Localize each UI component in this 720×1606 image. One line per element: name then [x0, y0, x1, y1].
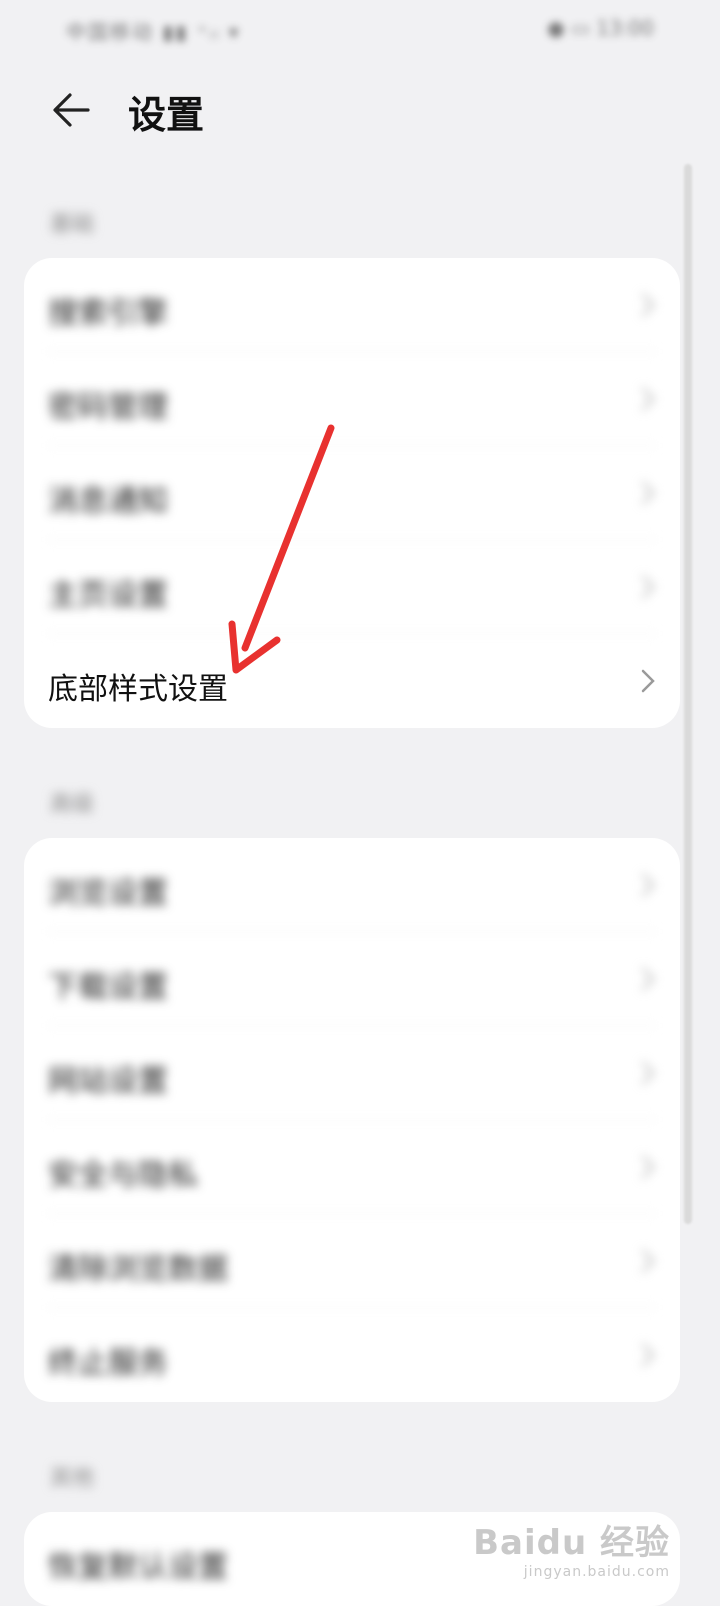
status-bar-right: ● ▭ 13:00: [547, 16, 654, 40]
settings-item-password[interactable]: 密码管理: [24, 352, 680, 446]
watermark: Baidu 经验 jingyan.baidu.com: [473, 1515, 670, 1580]
chevron-right-icon: [640, 1060, 656, 1086]
settings-item-label: 清除浏览数据: [48, 1252, 228, 1287]
settings-item-search-engine[interactable]: 搜索引擎: [24, 258, 680, 352]
arrow-left-icon[interactable]: [48, 86, 96, 134]
settings-item-terminate[interactable]: 终止服务: [24, 1308, 680, 1402]
status-bar: 中国移动 ▮▮ ⁺ᵢₗ ▾ ● ▭ 13:00: [0, 0, 720, 56]
watermark-logo: Baidu 经验: [473, 1523, 670, 1563]
chevron-right-icon: [640, 966, 656, 992]
settings-item-label: 密码管理: [48, 390, 168, 425]
settings-item-site[interactable]: 网站设置: [24, 1026, 680, 1120]
section-label-advanced: 高级: [50, 792, 95, 817]
settings-item-label: 搜索引擎: [48, 296, 168, 331]
chevron-right-icon: [640, 574, 656, 600]
settings-item-label: 消息通知: [48, 484, 168, 519]
header: 设置: [0, 70, 720, 150]
settings-item-label: 底部样式设置: [48, 672, 228, 707]
settings-item-label: 主页设置: [48, 578, 168, 613]
status-bar-left: 中国移动 ▮▮ ⁺ᵢₗ ▾: [66, 20, 241, 44]
settings-item-label: 网站设置: [48, 1064, 168, 1099]
chevron-right-icon: [640, 1248, 656, 1274]
settings-item-browsing[interactable]: 浏览设置: [24, 838, 680, 932]
settings-item-notifications[interactable]: 消息通知: [24, 446, 680, 540]
page-title: 设置: [128, 93, 205, 137]
settings-item-download[interactable]: 下载设置: [24, 932, 680, 1026]
scrollbar[interactable]: [684, 164, 692, 1224]
settings-item-bottom-style[interactable]: 底部样式设置: [24, 634, 680, 728]
chevron-right-icon: [640, 668, 656, 694]
chevron-right-icon: [640, 872, 656, 898]
chevron-right-icon: [640, 292, 656, 318]
chevron-right-icon: [640, 1342, 656, 1368]
section-label-other: 其他: [50, 1466, 95, 1491]
settings-item-homepage[interactable]: 主页设置: [24, 540, 680, 634]
settings-item-label: 下载设置: [48, 970, 168, 1005]
settings-item-label: 安全与隐私: [48, 1158, 198, 1193]
settings-item-clear-data[interactable]: 清除浏览数据: [24, 1214, 680, 1308]
settings-card-basic: 搜索引擎 密码管理 消息通知 主页设置 底部样式设置: [24, 258, 680, 728]
settings-card-advanced: 浏览设置 下载设置 网站设置 安全与隐私 清除浏览数据 终止服务: [24, 838, 680, 1402]
settings-item-label: 终止服务: [48, 1346, 168, 1381]
settings-item-label: 恢复默认设置: [48, 1550, 228, 1585]
section-label-basic: 基础: [50, 212, 95, 237]
chevron-right-icon: [640, 480, 656, 506]
watermark-url: jingyan.baidu.com: [523, 1564, 670, 1580]
chevron-right-icon: [640, 1154, 656, 1180]
chevron-right-icon: [640, 386, 656, 412]
settings-item-label: 浏览设置: [48, 876, 168, 911]
settings-item-security-privacy[interactable]: 安全与隐私: [24, 1120, 680, 1214]
